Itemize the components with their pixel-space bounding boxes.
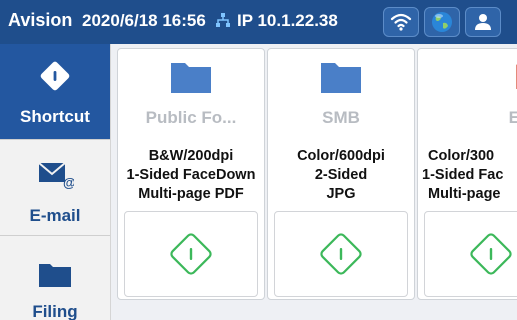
user-icon (475, 14, 491, 30)
shortcut-setting-sides: 1-Sided Fac (422, 167, 504, 183)
ip-address: IP 10.1.22.38 (237, 11, 338, 30)
shortcut-name: Email (418, 108, 517, 128)
shortcut-setting-color: Color/600dpi (297, 148, 385, 164)
sidebar: Shortcut @ E-mail Filing (0, 44, 111, 320)
shortcut-setting-format: JPG (326, 186, 356, 202)
sidebar-item-shortcut[interactable]: Shortcut (0, 44, 110, 140)
user-button[interactable] (465, 7, 501, 37)
start-button[interactable] (424, 211, 517, 297)
shortcut-setting-format: Multi-page PDF (138, 186, 244, 202)
start-button[interactable] (274, 211, 408, 297)
shortcut-card-email[interactable]: @ Email Color/300 1-Sided Fac Multi-page (417, 48, 517, 300)
status-bar: Avision 2020/6/18 16:56 IP 10.1.22.38 (0, 0, 517, 44)
shortcut-name: Public Fo... (145, 108, 237, 127)
sidebar-item-label: Filing (32, 302, 78, 320)
sidebar-item-email[interactable]: @ E-mail (0, 140, 110, 236)
date-time: 2020/6/18 16:56 (82, 11, 206, 30)
sidebar-item-label: Shortcut (20, 107, 90, 126)
email-icon: @ (38, 162, 74, 190)
wifi-button[interactable] (383, 7, 419, 37)
shortcut-setting-sides: 1-Sided FaceDown (126, 167, 256, 183)
shortcut-setting-color: B&W/200dpi (148, 148, 234, 164)
sidebar-item-filing[interactable]: Filing (0, 236, 110, 320)
start-diamond-icon (170, 233, 212, 275)
network-icon (215, 12, 231, 30)
folder-icon (321, 63, 361, 93)
folder-icon (171, 63, 211, 93)
globe-button[interactable] (424, 7, 460, 37)
folder-icon (39, 264, 71, 287)
shortcut-setting-format: Multi-page (428, 186, 501, 202)
start-diamond-icon (470, 233, 512, 275)
brand-name: Avision (8, 10, 73, 30)
shortcut-name: SMB (322, 108, 360, 127)
shortcut-diamond-icon (40, 61, 70, 91)
svg-text:@: @ (63, 175, 74, 190)
shortcut-list: Public Fo... B&W/200dpi 1-Sided FaceDown… (111, 44, 517, 300)
globe-icon (432, 12, 452, 32)
shortcut-setting-sides: 2-Sided (314, 167, 368, 183)
content-bottom-strip (111, 300, 517, 320)
start-button[interactable] (124, 211, 258, 297)
shortcut-card-smb[interactable]: SMB Color/600dpi 2-Sided JPG (267, 48, 415, 300)
sidebar-item-label: E-mail (29, 206, 81, 225)
wifi-icon (390, 13, 412, 31)
shortcut-card-public-folder[interactable]: Public Fo... B&W/200dpi 1-Sided FaceDown… (117, 48, 265, 300)
start-diamond-icon (320, 233, 362, 275)
shortcut-setting-color: Color/300 (428, 148, 495, 164)
